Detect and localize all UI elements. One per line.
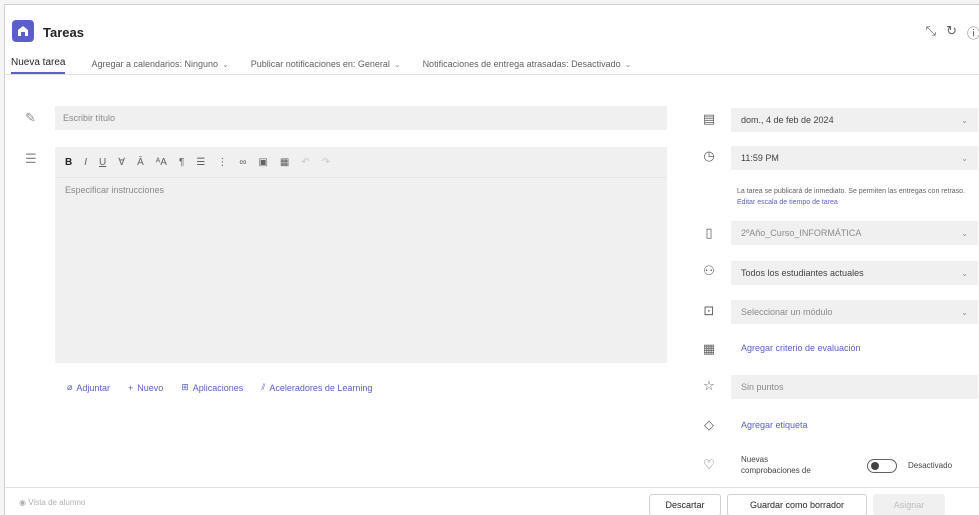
- class-value: 2ºAño_Curso_INFORMÁTICA: [741, 228, 862, 238]
- assignment-window: Tareas ⤡ ↻ ⓘ Nueva tarea Agregar a calen…: [4, 4, 979, 515]
- save-draft-button[interactable]: Guardar como borrador: [727, 494, 867, 515]
- checks-label: Nuevas comprobaciones de: [741, 455, 811, 475]
- discard-button[interactable]: Descartar: [649, 494, 721, 515]
- students-icon: ⚇: [703, 263, 715, 278]
- module-icon: ⊡: [703, 303, 715, 318]
- chevron-down-icon: ⌄: [961, 307, 968, 317]
- new-task-tab[interactable]: Nueva tarea: [11, 57, 66, 74]
- students-dropdown[interactable]: Todos los estudiantes actuales ⌄: [731, 261, 978, 285]
- schedule-note-text: La tarea se publicará de inmediato. Se p…: [737, 188, 966, 195]
- new-label: Nuevo: [137, 382, 164, 393]
- plus-icon: +: [127, 382, 134, 393]
- refresh-icon[interactable]: ↻: [946, 23, 957, 42]
- star-icon: ☆: [703, 378, 715, 393]
- link-icon[interactable]: ∞: [239, 157, 246, 168]
- attachment-actions: ⌀ Adjuntar + Nuevo ⊞ Aplicaciones ⫽ Acelerad…: [67, 382, 372, 393]
- highlight-icon[interactable]: ∀: [118, 157, 125, 168]
- class-dropdown[interactable]: 2ºAño_Curso_INFORMÁTICA ⌄: [731, 221, 978, 245]
- footer-bar: ◉ Vista de alumno Descartar Guardar como…: [5, 487, 979, 515]
- tag-icon: ◇: [704, 417, 714, 432]
- points-input[interactable]: Sin puntos: [731, 375, 978, 399]
- notebook-icon: ▯: [705, 225, 713, 240]
- module-dropdown[interactable]: Seleccionar un módulo ⌄: [731, 300, 978, 324]
- chevron-down-icon: ⌄: [222, 59, 229, 69]
- title-placeholder: Escribir título: [63, 113, 116, 123]
- app-header: Tareas ⤡ ↻ ⓘ: [5, 5, 979, 53]
- due-date-picker[interactable]: dom., 4 de feb de 2024 ⌄: [731, 108, 978, 132]
- checks-toggle[interactable]: [867, 459, 897, 473]
- chevron-down-icon: ⌄: [961, 153, 968, 163]
- points-placeholder: Sin puntos: [741, 382, 784, 392]
- image-icon[interactable]: ▣: [258, 157, 267, 168]
- add-tag-link[interactable]: Agregar etiqueta: [741, 420, 808, 430]
- app-title: Tareas: [43, 25, 84, 40]
- notifications-label: Publicar notificaciones en: General: [250, 58, 390, 69]
- due-date-value: dom., 4 de feb de 2024: [741, 115, 834, 125]
- rubric-icon: ▦: [702, 341, 716, 356]
- learning-accelerators-button[interactable]: ⫽ Aceleradores de Learning: [261, 382, 372, 393]
- due-time-picker[interactable]: 11:59 PM ⌄: [731, 146, 978, 170]
- calendar-dropdown[interactable]: Agregar a calendarios: Ninguno ⌄: [91, 59, 228, 69]
- apps-button[interactable]: ⊞ Aplicaciones: [181, 382, 243, 393]
- calendar-label: Agregar a calendarios: Ninguno: [91, 58, 219, 69]
- assignment-options-bar: Nueva tarea Agregar a calendarios: Ningu…: [5, 53, 979, 75]
- add-rubric-link[interactable]: Agregar criterio de evaluación: [741, 343, 861, 353]
- rich-text-toolbar: B I U ∀ Ā ᴬA ¶ ☰ ⋮ ∞ ▣ ▦ ↶ ↷: [55, 147, 667, 177]
- checks-icon: ♡: [703, 457, 715, 472]
- due-time-value: 11:59 PM: [741, 153, 779, 163]
- apps-label: Aplicaciones: [192, 382, 244, 393]
- underline-icon[interactable]: U: [99, 157, 106, 168]
- edit-timeline-link[interactable]: Editar escala de tiempo de tarea: [737, 199, 838, 206]
- checks-state-label: Desactivado: [908, 461, 953, 470]
- eye-icon: ◉: [19, 498, 26, 507]
- learning-icon: ⫽: [261, 382, 266, 392]
- instructions-icon: ☰: [25, 151, 37, 166]
- students-value: Todos los estudiantes actuales: [741, 268, 864, 278]
- assign-button[interactable]: Asignar: [873, 494, 945, 515]
- font-color-icon[interactable]: Ā: [137, 157, 144, 168]
- instructions-placeholder: Especificar instrucciones: [65, 185, 165, 195]
- attach-label: Adjuntar: [76, 382, 110, 393]
- title-input[interactable]: Escribir título: [55, 106, 667, 130]
- assignments-app-icon: [12, 20, 34, 42]
- learning-label: Aceleradores de Learning: [269, 382, 373, 393]
- module-placeholder: Seleccionar un módulo: [741, 307, 833, 317]
- format-painter-icon[interactable]: ¶: [179, 157, 184, 168]
- bulleted-list-icon[interactable]: ☰: [196, 157, 205, 168]
- chevron-down-icon: ⌄: [961, 268, 968, 278]
- attach-button[interactable]: ⌀ Adjuntar: [67, 382, 110, 393]
- italic-icon[interactable]: I: [84, 157, 87, 168]
- table-icon[interactable]: ▦: [280, 157, 289, 168]
- font-size-icon[interactable]: ᴬA: [156, 157, 167, 168]
- new-button[interactable]: + Nuevo: [128, 382, 163, 393]
- paperclip-icon: ⌀: [67, 382, 73, 392]
- notifications-dropdown[interactable]: Publicar notificaciones en: General ⌄: [251, 59, 401, 69]
- late-notifications-dropdown[interactable]: Notificaciones de entrega atrasadas: Des…: [423, 59, 632, 69]
- collapse-icon[interactable]: ⤡: [926, 23, 936, 42]
- schedule-note: La tarea se publicará de inmediato. Se p…: [737, 186, 977, 208]
- chevron-down-icon: ⌄: [624, 59, 632, 69]
- info-icon[interactable]: ⓘ: [967, 23, 979, 42]
- toggle-knob: [871, 462, 879, 470]
- pencil-icon: ✎: [25, 110, 36, 125]
- calendar-icon: ▤: [702, 111, 716, 126]
- apps-icon: ⊞: [181, 382, 189, 392]
- bold-icon[interactable]: B: [65, 157, 72, 168]
- late-notifications-label: Notificaciones de entrega atrasadas: Des…: [422, 58, 621, 69]
- chevron-down-icon: ⌄: [961, 228, 968, 238]
- chevron-down-icon: ⌄: [961, 115, 968, 125]
- chevron-down-icon: ⌄: [393, 59, 401, 69]
- student-preview-label: Vista de alumno: [28, 498, 86, 507]
- redo-icon[interactable]: ↷: [322, 157, 330, 168]
- student-preview-link[interactable]: ◉ Vista de alumno: [19, 498, 85, 507]
- clock-icon: ◷: [703, 148, 715, 163]
- numbered-list-icon[interactable]: ⋮: [217, 157, 227, 168]
- instructions-editor[interactable]: Especificar instrucciones: [55, 177, 667, 363]
- undo-icon[interactable]: ↶: [301, 157, 309, 168]
